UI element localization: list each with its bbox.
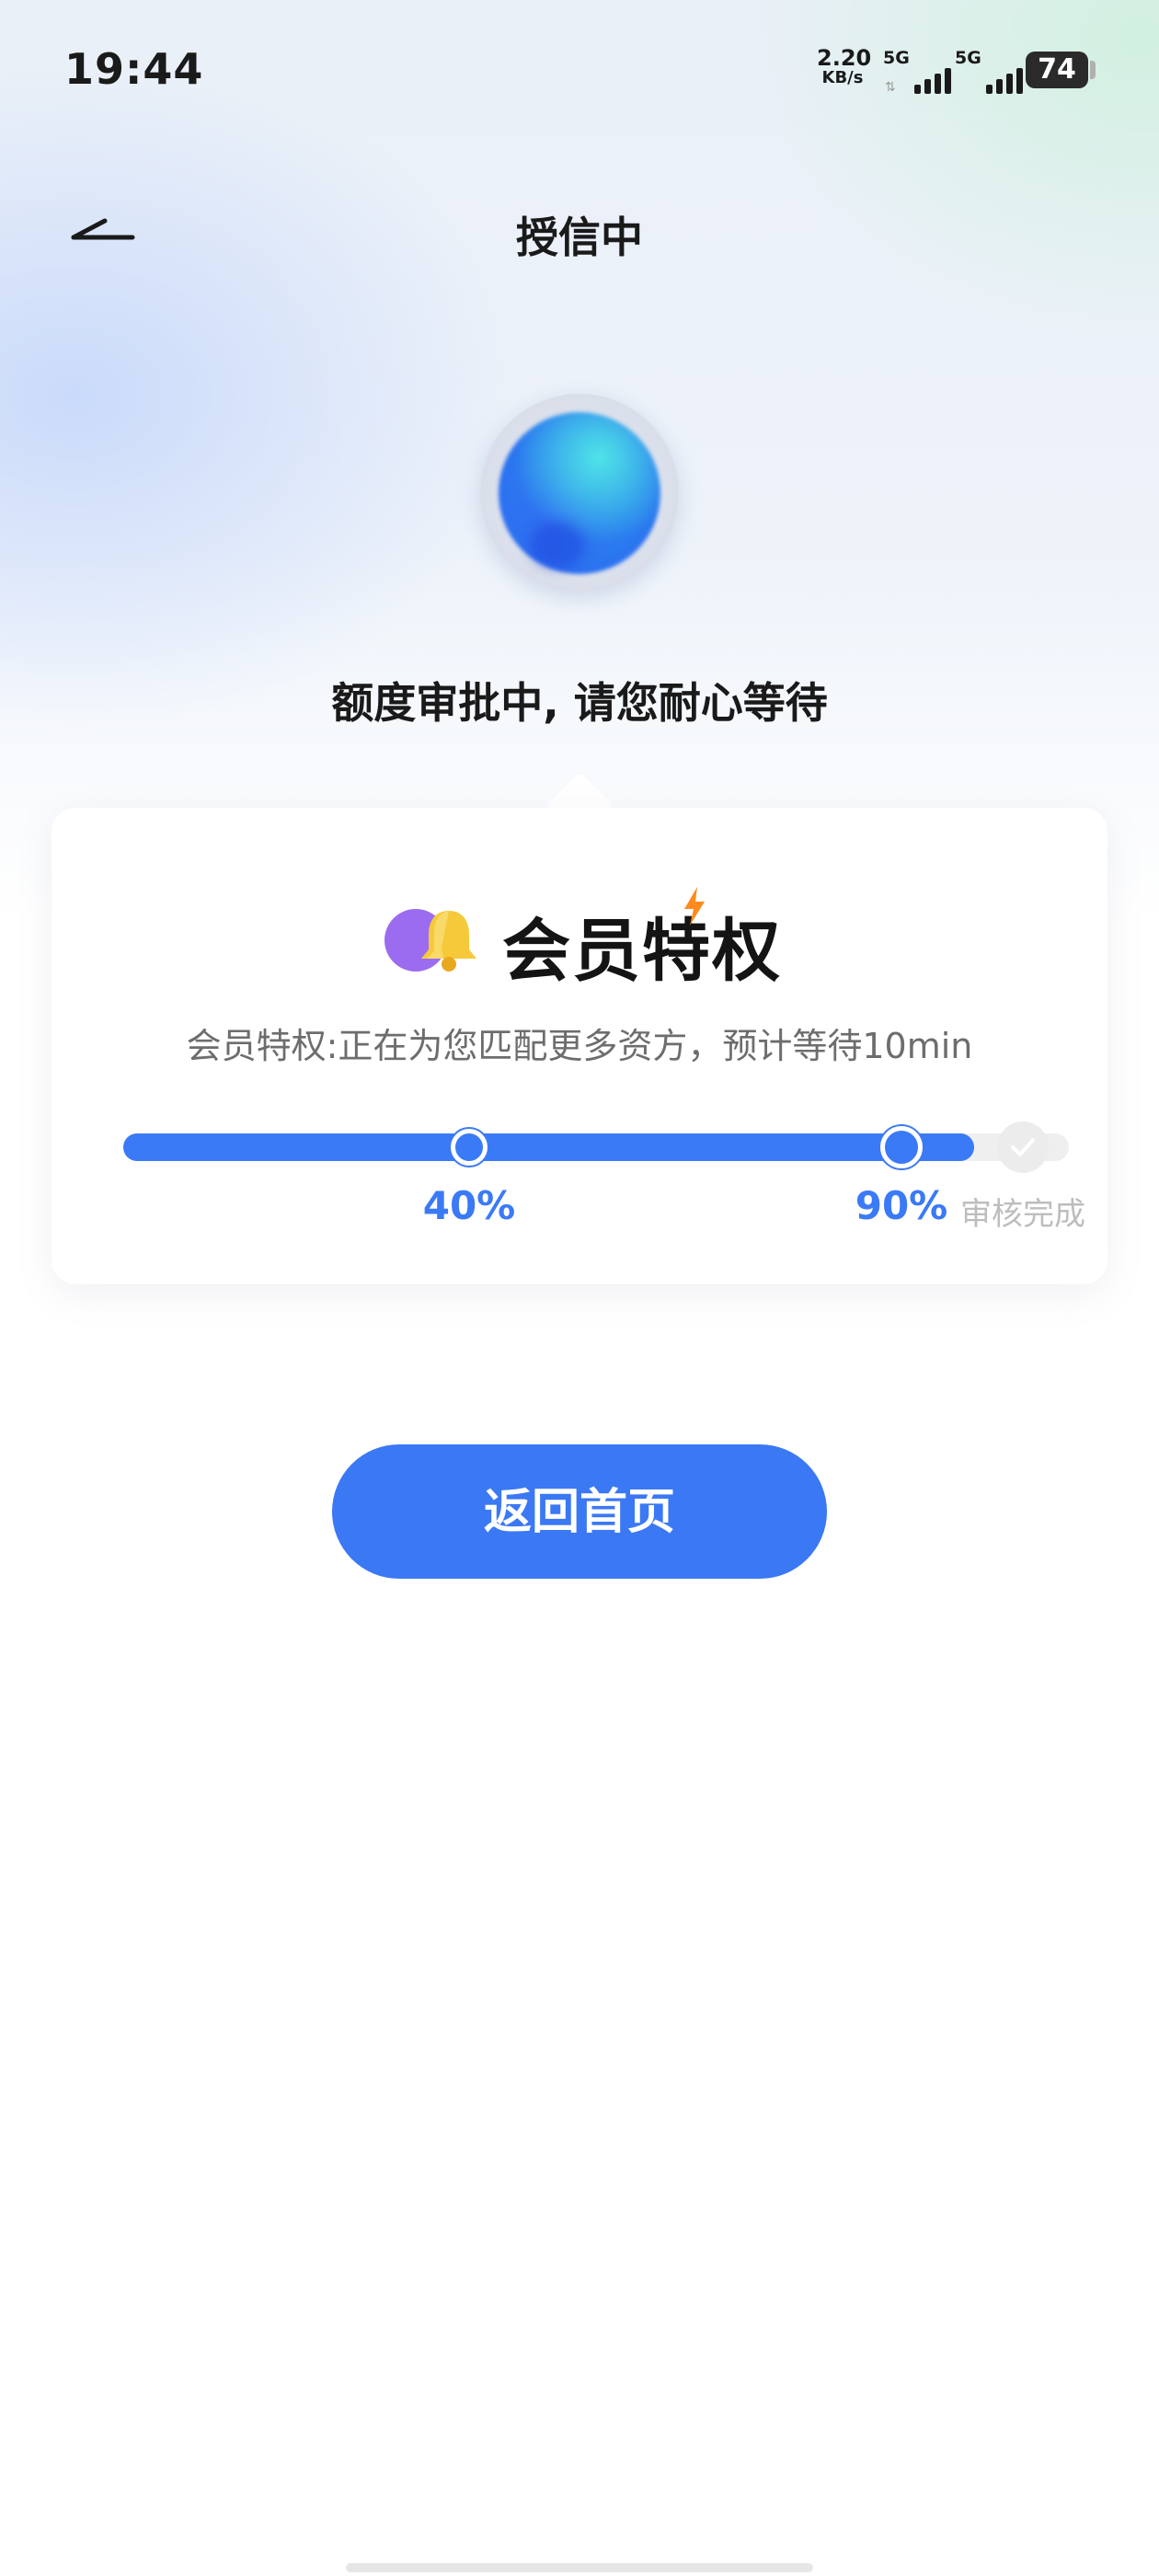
network-speed-value: 2.20 (817, 45, 872, 71)
member-card-description: 会员特权:正在为您匹配更多资方，预计等待10min (186, 1026, 973, 1066)
member-privilege-card: 会员特权 会员特权:正在为您匹配更多资方，预计等待10min 40% 90% 审核完… (52, 808, 1107, 1284)
progress-track (123, 1133, 1069, 1161)
step-complete-label: 审核完成 (960, 1196, 1085, 1233)
signal-1-label: 5G (883, 48, 910, 68)
network-speed: 2.20 KB/s (817, 45, 872, 88)
signal-2-label: 5G (955, 48, 981, 68)
orb-shine (530, 523, 585, 569)
data-arrows-icon: ⇅ (885, 80, 896, 95)
status-time: 19:44 (64, 44, 204, 94)
signal-bars-icon (986, 68, 1023, 94)
processing-orb-icon (480, 394, 679, 592)
signal-icon: 5G ⇅ (881, 48, 951, 94)
check-icon (1011, 1138, 1035, 1156)
member-card-title: 会员特权 (502, 912, 782, 991)
home-indicator[interactable] (346, 2563, 813, 2572)
battery-icon: 74 (1026, 52, 1088, 88)
approval-status-text: 额度审批中, 请您耐心等待 (331, 678, 828, 728)
network-speed-unit: KB/s (821, 68, 864, 87)
step-percent-label: 40% (422, 1183, 516, 1228)
page-title: 授信中 (516, 213, 643, 262)
step-node-current (880, 1126, 923, 1168)
battery-tip (1090, 61, 1096, 79)
battery-level: 74 (1038, 53, 1076, 86)
return-home-button[interactable]: 返回首页 (332, 1444, 827, 1579)
bell-icon (384, 900, 486, 973)
signal-bars-icon (914, 68, 951, 94)
step-complete-node (997, 1121, 1049, 1173)
progress-fill (123, 1133, 975, 1161)
signal-icon: 5G (953, 48, 1023, 94)
orb-core (499, 412, 660, 574)
lightning-icon (681, 887, 708, 926)
step-node (451, 1129, 488, 1166)
